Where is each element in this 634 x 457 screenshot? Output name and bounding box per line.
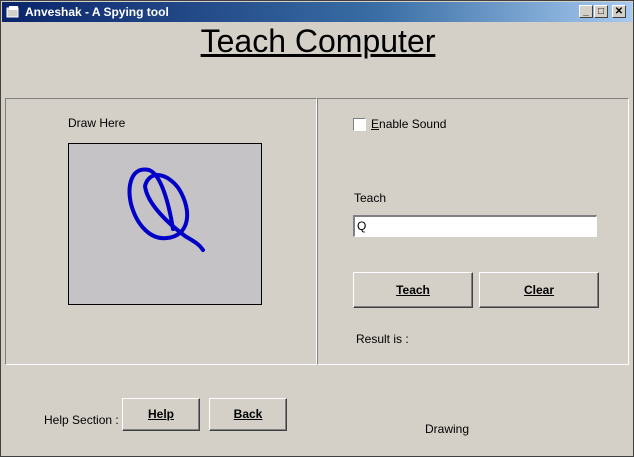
minimize-button[interactable]: _	[579, 5, 593, 18]
result-label: Result is :	[356, 332, 409, 346]
enable-sound-label[interactable]: Enable Sound	[371, 117, 446, 131]
maximize-button[interactable]: □	[594, 5, 608, 18]
close-button[interactable]: ✕	[612, 5, 626, 18]
page-title: Teach Computer	[200, 23, 436, 59]
app-icon	[6, 6, 19, 18]
teach-input[interactable]: Q	[353, 215, 597, 237]
close-icon: ✕	[614, 6, 624, 17]
draw-here-label: Draw Here	[68, 116, 126, 130]
enable-sound-checkbox[interactable]	[353, 118, 366, 131]
minimize-icon: _	[583, 6, 589, 17]
drawn-stroke	[127, 167, 205, 252]
teach-label: Teach	[354, 191, 387, 205]
enable-sound-label-rest: nable Sound	[379, 117, 447, 131]
window-title: Anveshak - A Spying tool	[25, 5, 169, 19]
back-button[interactable]: Back	[209, 398, 287, 431]
teach-button[interactable]: Teach	[353, 272, 473, 308]
drawing-canvas[interactable]	[68, 143, 262, 305]
title-bar[interactable]: Anveshak - A Spying tool _ □ ✕	[2, 2, 632, 22]
clear-button[interactable]: Clear	[479, 272, 599, 308]
status-text: Drawing	[425, 422, 470, 436]
help-section-label: Help Section :	[44, 413, 119, 427]
help-button[interactable]: Help	[122, 398, 200, 431]
maximize-icon: □	[597, 6, 605, 17]
app-window: Anveshak - A Spying tool _ □ ✕ Teach Com…	[0, 0, 634, 457]
